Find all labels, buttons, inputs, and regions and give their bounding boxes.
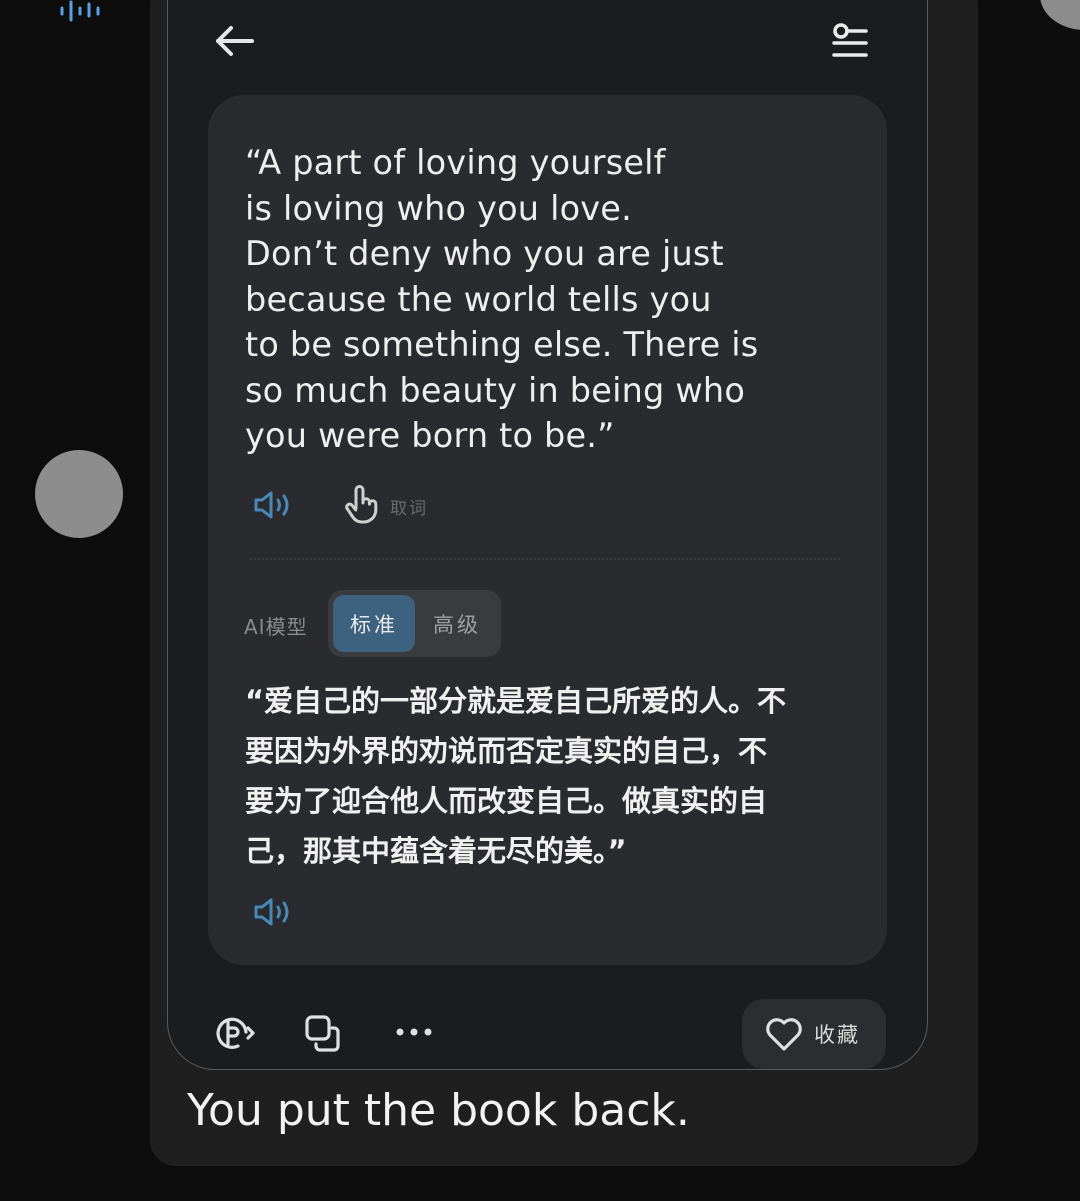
- share-icon[interactable]: [210, 1010, 258, 1054]
- model-option-standard[interactable]: 标准: [333, 595, 415, 652]
- model-option-advanced[interactable]: 高级: [416, 595, 498, 652]
- message-caption: You put the book back.: [187, 1085, 690, 1136]
- more-icon[interactable]: [390, 1010, 438, 1054]
- model-selector: 标准 高级: [328, 590, 501, 657]
- heart-icon: [766, 1018, 802, 1051]
- divider: [250, 558, 840, 560]
- avatar-corner: [1040, 0, 1080, 30]
- waveform-icon: [60, 0, 100, 22]
- copy-icon[interactable]: [300, 1010, 348, 1054]
- lookup-label: 取词: [390, 498, 428, 519]
- arrow-left-icon[interactable]: [214, 24, 256, 58]
- speaker-icon[interactable]: [252, 488, 296, 522]
- floating-assistive-button[interactable]: [35, 450, 123, 538]
- favorite-button[interactable]: 收藏: [742, 999, 886, 1069]
- word-lookup-button[interactable]: 取词: [340, 484, 428, 528]
- quote-chinese: “爱自己的一部分就是爱自己所爱的人。不 要因为外界的劝说而否定真实的自己，不 要…: [245, 684, 787, 868]
- hand-pointer-icon: [345, 485, 378, 524]
- favorite-label: 收藏: [814, 1023, 860, 1047]
- speaker-icon[interactable]: [252, 895, 296, 929]
- ai-model-label: AI模型: [244, 615, 308, 639]
- quote-english: “A part of loving yourself is loving who…: [245, 143, 759, 455]
- settings-toggle-icon[interactable]: [828, 22, 870, 62]
